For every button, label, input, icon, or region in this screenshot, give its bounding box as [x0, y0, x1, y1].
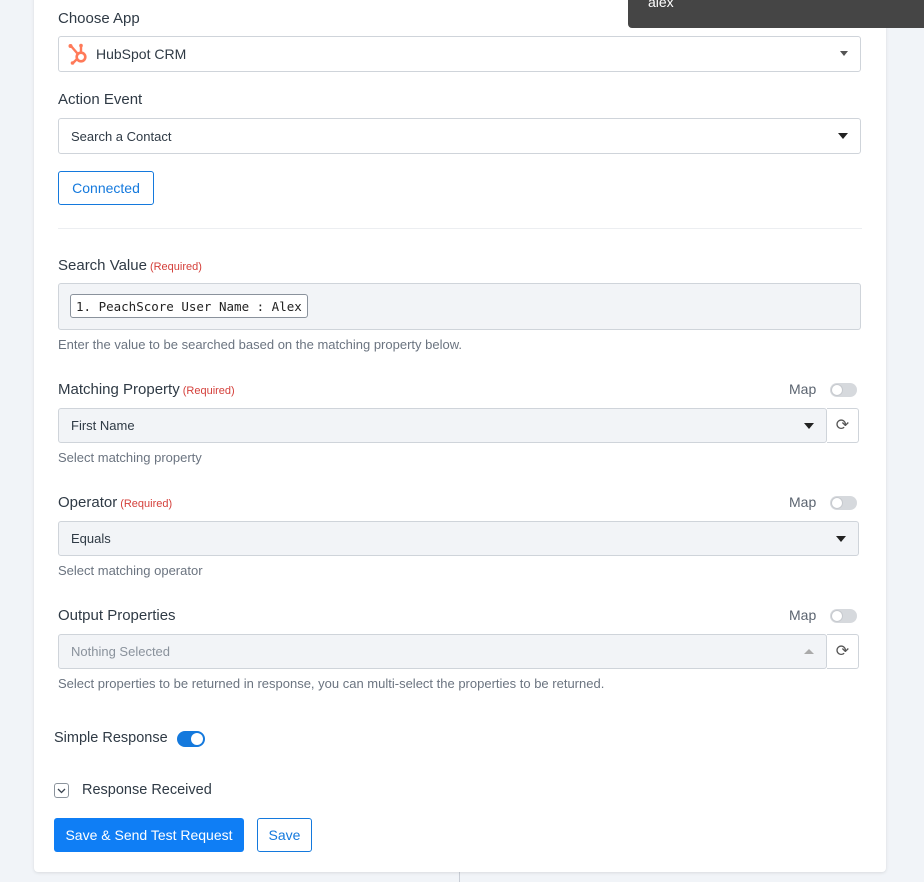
choose-app-select[interactable]: HubSpot CRM — [58, 36, 861, 72]
response-received-toggle[interactable] — [54, 783, 69, 798]
required-marker: (Required) — [182, 385, 235, 397]
chevron-down-icon — [836, 535, 846, 542]
save-send-test-button[interactable]: Save & Send Test Request — [54, 818, 244, 852]
matching-property-help: Select matching property — [58, 450, 202, 465]
output-properties-map-toggle[interactable] — [830, 609, 857, 623]
simple-response-toggle[interactable] — [177, 731, 205, 747]
refresh-icon: ⟳ — [835, 416, 850, 434]
search-value-help: Enter the value to be searched based on … — [58, 337, 462, 352]
chevron-up-icon — [804, 648, 814, 654]
action-event-label: Action Event — [58, 91, 143, 108]
operator-map-label: Map — [789, 494, 817, 510]
simple-response-label: Simple Response — [54, 730, 168, 746]
operator-label-text: Operator — [58, 494, 118, 511]
matching-property-label-text: Matching Property — [58, 381, 180, 398]
matching-property-refresh-button[interactable]: ⟳ — [827, 408, 859, 443]
matching-property-map-toggle[interactable] — [830, 383, 857, 397]
matching-property-label: Matching Property (Required) — [58, 381, 235, 398]
save-button[interactable]: Save — [257, 818, 312, 852]
required-marker: (Required) — [120, 498, 173, 510]
output-properties-placeholder: Nothing Selected — [71, 644, 171, 659]
refresh-icon: ⟳ — [835, 642, 850, 660]
operator-label: Operator (Required) — [58, 494, 172, 511]
mapped-value-tag[interactable]: 1. PeachScore User Name : Alex — [70, 294, 308, 318]
search-value-label-text: Search Value — [58, 257, 147, 274]
choose-app-label: Choose App — [58, 10, 140, 27]
chevron-down-icon — [840, 51, 848, 56]
chevron-down-icon — [838, 133, 848, 139]
operator-help: Select matching operator — [58, 563, 203, 578]
tooltip-text: alex — [648, 0, 674, 10]
response-received-label: Response Received — [82, 782, 212, 798]
output-properties-select[interactable]: Nothing Selected — [58, 634, 827, 669]
operator-value: Equals — [71, 531, 111, 546]
matching-property-map-label: Map — [789, 381, 817, 397]
matching-property-value: First Name — [71, 418, 135, 433]
section-divider — [58, 228, 862, 229]
value-tooltip: alex — [628, 0, 924, 28]
matching-property-select[interactable]: First Name — [58, 408, 827, 443]
hubspot-logo-icon — [67, 43, 89, 65]
operator-select[interactable]: Equals — [58, 521, 859, 556]
choose-app-value: HubSpot CRM — [96, 46, 187, 62]
output-properties-help: Select properties to be returned in resp… — [58, 676, 605, 691]
connected-button[interactable]: Connected — [58, 171, 154, 205]
search-value-label: Search Value (Required) — [58, 257, 202, 274]
chevron-down-icon — [804, 422, 814, 429]
output-properties-refresh-button[interactable]: ⟳ — [827, 634, 859, 669]
chevron-down-icon — [57, 788, 66, 793]
action-config-card: Choose App HubSpot CRM Action Event Sear… — [34, 0, 886, 872]
required-marker: (Required) — [149, 261, 202, 273]
output-properties-map-label: Map — [789, 607, 817, 623]
action-event-select[interactable]: Search a Contact — [58, 118, 861, 154]
operator-map-toggle[interactable] — [830, 496, 857, 510]
search-value-field[interactable]: 1. PeachScore User Name : Alex — [58, 283, 861, 330]
action-event-value: Search a Contact — [71, 128, 172, 144]
output-properties-label: Output Properties — [58, 607, 176, 624]
